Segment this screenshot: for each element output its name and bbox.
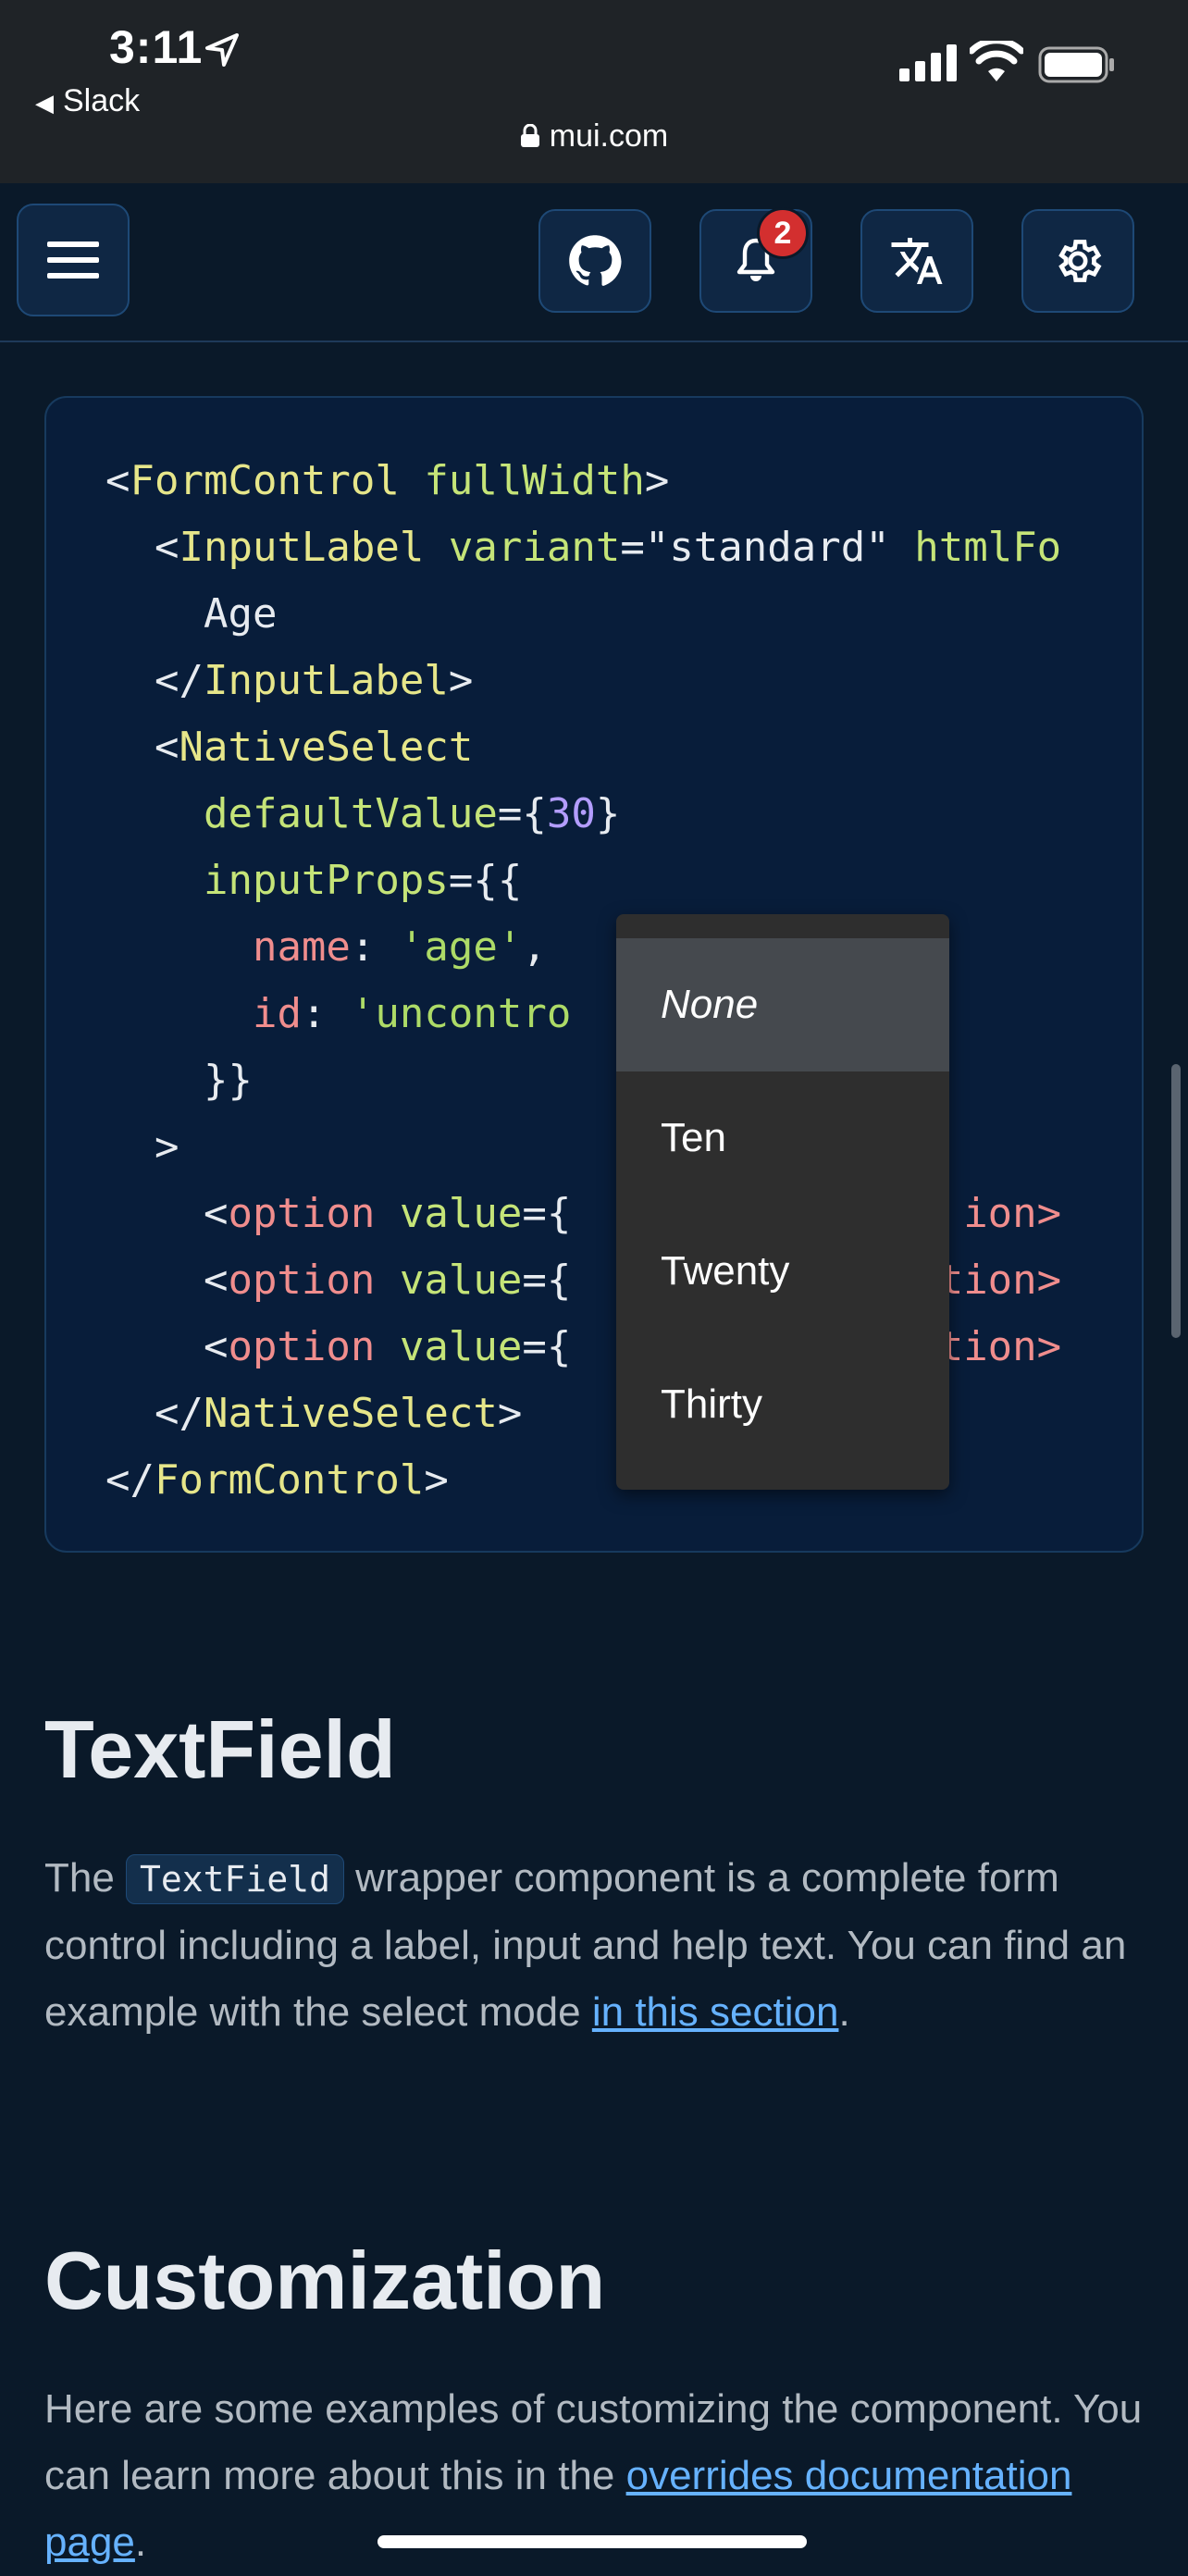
translate-icon <box>891 238 943 284</box>
code-line: <NativeSelect <box>105 724 474 771</box>
code-line: }} <box>105 1057 253 1104</box>
code-line: id: 'uncontro <box>252 990 572 1037</box>
github-button[interactable] <box>538 209 651 313</box>
select-dropdown-menu: None Ten Twenty Thirty <box>616 914 949 1490</box>
status-bar: 3:11 ◀ Slack mui.com <box>0 0 1188 183</box>
code-line: </InputLabel> <box>105 657 474 704</box>
page-scrollbar[interactable] <box>1171 1064 1181 1338</box>
option-ten[interactable]: Ten <box>616 1071 949 1205</box>
home-indicator[interactable] <box>377 2535 807 2548</box>
back-to-app-button[interactable]: ◀ Slack <box>35 83 140 119</box>
location-arrow-icon <box>205 33 239 67</box>
code-line: <FormControl fullWidth> <box>105 457 670 504</box>
cellular-signal-icon <box>899 44 957 81</box>
code-line: </FormControl> <box>105 1456 449 1504</box>
customization-heading: Customization <box>44 2235 606 2326</box>
option-twenty[interactable]: Twenty <box>616 1205 949 1338</box>
battery-icon <box>1038 46 1114 83</box>
back-triangle-icon: ◀ <box>35 89 54 117</box>
code-line: <InputLabel variant="standard" htmlFo <box>105 524 1062 571</box>
code-line: </NativeSelect> <box>105 1390 523 1437</box>
code-line: name: 'age', <box>252 923 547 971</box>
inline-code: TextField <box>126 1854 344 1904</box>
code-example-block: <FormControl fullWidth> <InputLabel vari… <box>44 396 1144 1553</box>
code-line: inputProps={{ <box>203 857 523 904</box>
url-bar[interactable]: mui.com <box>0 118 1188 155</box>
wifi-icon <box>970 41 1023 81</box>
github-icon <box>569 235 622 286</box>
gear-icon <box>1058 240 1102 282</box>
menu-button[interactable] <box>17 204 130 316</box>
notification-count-badge: 2 <box>757 207 809 259</box>
code-line: Age <box>105 590 278 638</box>
lock-icon <box>520 124 539 147</box>
hamburger-icon <box>47 242 99 279</box>
settings-button[interactable] <box>1021 209 1134 313</box>
option-none[interactable]: None <box>616 938 949 1071</box>
textfield-paragraph: The TextField wrapper component is a com… <box>44 1854 1127 2035</box>
option-thirty[interactable]: Thirty <box>616 1338 949 1471</box>
in-this-section-link[interactable]: in this section <box>592 1989 839 2035</box>
language-button[interactable] <box>860 209 973 313</box>
code-line: > <box>105 1123 179 1170</box>
status-time: 3:11 <box>109 21 204 73</box>
code-line: defaultValue={30} <box>203 790 621 837</box>
textfield-heading: TextField <box>44 1703 396 1795</box>
